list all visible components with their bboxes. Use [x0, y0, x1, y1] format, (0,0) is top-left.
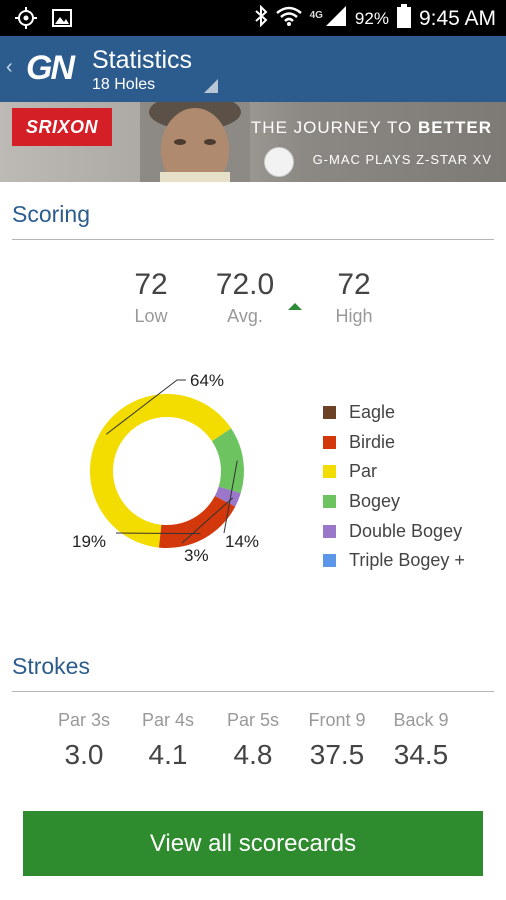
legend-swatch: [323, 465, 336, 479]
legend-label: Triple Bogey +: [349, 550, 465, 571]
clock: 9:45 AM: [418, 6, 496, 30]
network-type: 4G: [309, 10, 323, 21]
legend-swatch: [323, 406, 336, 420]
donut-label-double-bogey: 3%: [184, 546, 209, 565]
stroke-stat: Front 9 37.5: [292, 710, 382, 771]
bluetooth-icon: [254, 4, 268, 32]
legend-swatch: [323, 554, 336, 568]
stroke-stat-label: Front 9: [308, 710, 366, 730]
stat-avg-value: 72.0: [215, 268, 275, 301]
stroke-stat-value: 4.8: [233, 739, 273, 770]
legend-item: Triple Bogey +: [323, 546, 465, 576]
stat-high-value: 72: [337, 268, 371, 301]
legend-item: Bogey: [323, 487, 465, 517]
legend-swatch: [323, 524, 336, 538]
legend-label: Eagle: [349, 402, 396, 423]
stroke-stat: Par 4s 4.1: [123, 710, 213, 771]
legend-item: Double Bogey: [323, 516, 465, 546]
stroke-stat-label: Back 9: [393, 710, 449, 730]
wifi-icon: [275, 5, 302, 32]
stroke-stat: Back 9 34.5: [376, 710, 466, 771]
scoring-divider: [12, 239, 494, 240]
legend-label: Par: [349, 461, 378, 482]
donut-label-birdie: 19%: [72, 532, 106, 551]
back-chevron-icon[interactable]: ‹: [6, 56, 13, 79]
legend-item: Birdie: [323, 428, 465, 458]
stroke-stat-value: 34.5: [393, 739, 449, 770]
chart-legend: Eagle Birdie Par Bogey Double Bogey Triple Bo…: [323, 398, 465, 576]
scoring-section-title: Scoring: [12, 201, 90, 227]
stat-avg-label: Avg.: [227, 306, 263, 326]
stroke-stat: Par 5s 4.8: [208, 710, 298, 771]
status-bar: 4G 92% 9:45 AM: [0, 0, 506, 36]
donut-label-par: 64%: [190, 371, 224, 390]
battery-percent: 92%: [354, 8, 389, 28]
app-bar: ‹ GN Statistics 18 Holes: [0, 36, 506, 102]
strokes-section-title: Strokes: [12, 653, 90, 679]
stat-avg: 72.0 Avg.: [190, 268, 300, 327]
donut-slice-birdie: [158, 496, 236, 548]
legend-item: Eagle: [323, 398, 465, 428]
ad-golfer-photo: [140, 102, 250, 182]
stroke-stat: Par 3s 3.0: [39, 710, 129, 771]
scoring-donut-chart: 19% 64% 14% 3%: [72, 371, 259, 565]
ad-subline: G-MAC PLAYS Z-STAR XV: [312, 152, 492, 167]
strokes-divider: [12, 691, 494, 692]
legend-swatch: [323, 435, 336, 449]
ad-tagline: THE JOURNEY TO BETTER: [250, 118, 492, 137]
stroke-stat-label: Par 5s: [226, 710, 280, 730]
donut-slice-bogey: [211, 428, 244, 494]
legend-label: Bogey: [349, 491, 401, 512]
ad-brand-logo: SRIXON: [12, 108, 112, 146]
legend-label: Birdie: [349, 431, 396, 452]
stroke-stat-label: Par 4s: [141, 710, 195, 730]
image-icon: [52, 8, 72, 33]
page-title: Statistics: [92, 46, 193, 74]
status-bar-left: [14, 6, 72, 35]
signal-icon: [325, 5, 347, 32]
view-all-scorecards-button[interactable]: View all scorecards: [23, 811, 483, 876]
battery-icon: [396, 4, 411, 33]
app-logo[interactable]: GN: [26, 49, 75, 88]
legend-swatch: [323, 495, 336, 509]
donut-label-bogey: 14%: [225, 532, 259, 551]
leader-line-birdie: [115, 532, 201, 535]
stroke-stat-value: 3.0: [64, 739, 104, 770]
legend-item: Par: [323, 457, 465, 487]
dropdown-corner-icon[interactable]: [204, 79, 218, 93]
stroke-stat-value: 37.5: [309, 739, 365, 770]
ad-banner[interactable]: SRIXON THE JOURNEY TO BETTER G-MAC PLAYS…: [0, 102, 506, 182]
stat-high-label: High: [335, 306, 373, 326]
gps-icon: [14, 6, 38, 35]
hole-filter-selector[interactable]: 18 Holes: [92, 76, 155, 94]
stroke-stat-label: Par 3s: [57, 710, 111, 730]
stat-high: 72 High: [299, 268, 409, 327]
stroke-stat-value: 4.1: [148, 739, 188, 770]
golf-ball-icon: [264, 147, 294, 177]
status-bar-right: 4G 92% 9:45 AM: [254, 4, 496, 33]
legend-label: Double Bogey: [349, 520, 463, 541]
